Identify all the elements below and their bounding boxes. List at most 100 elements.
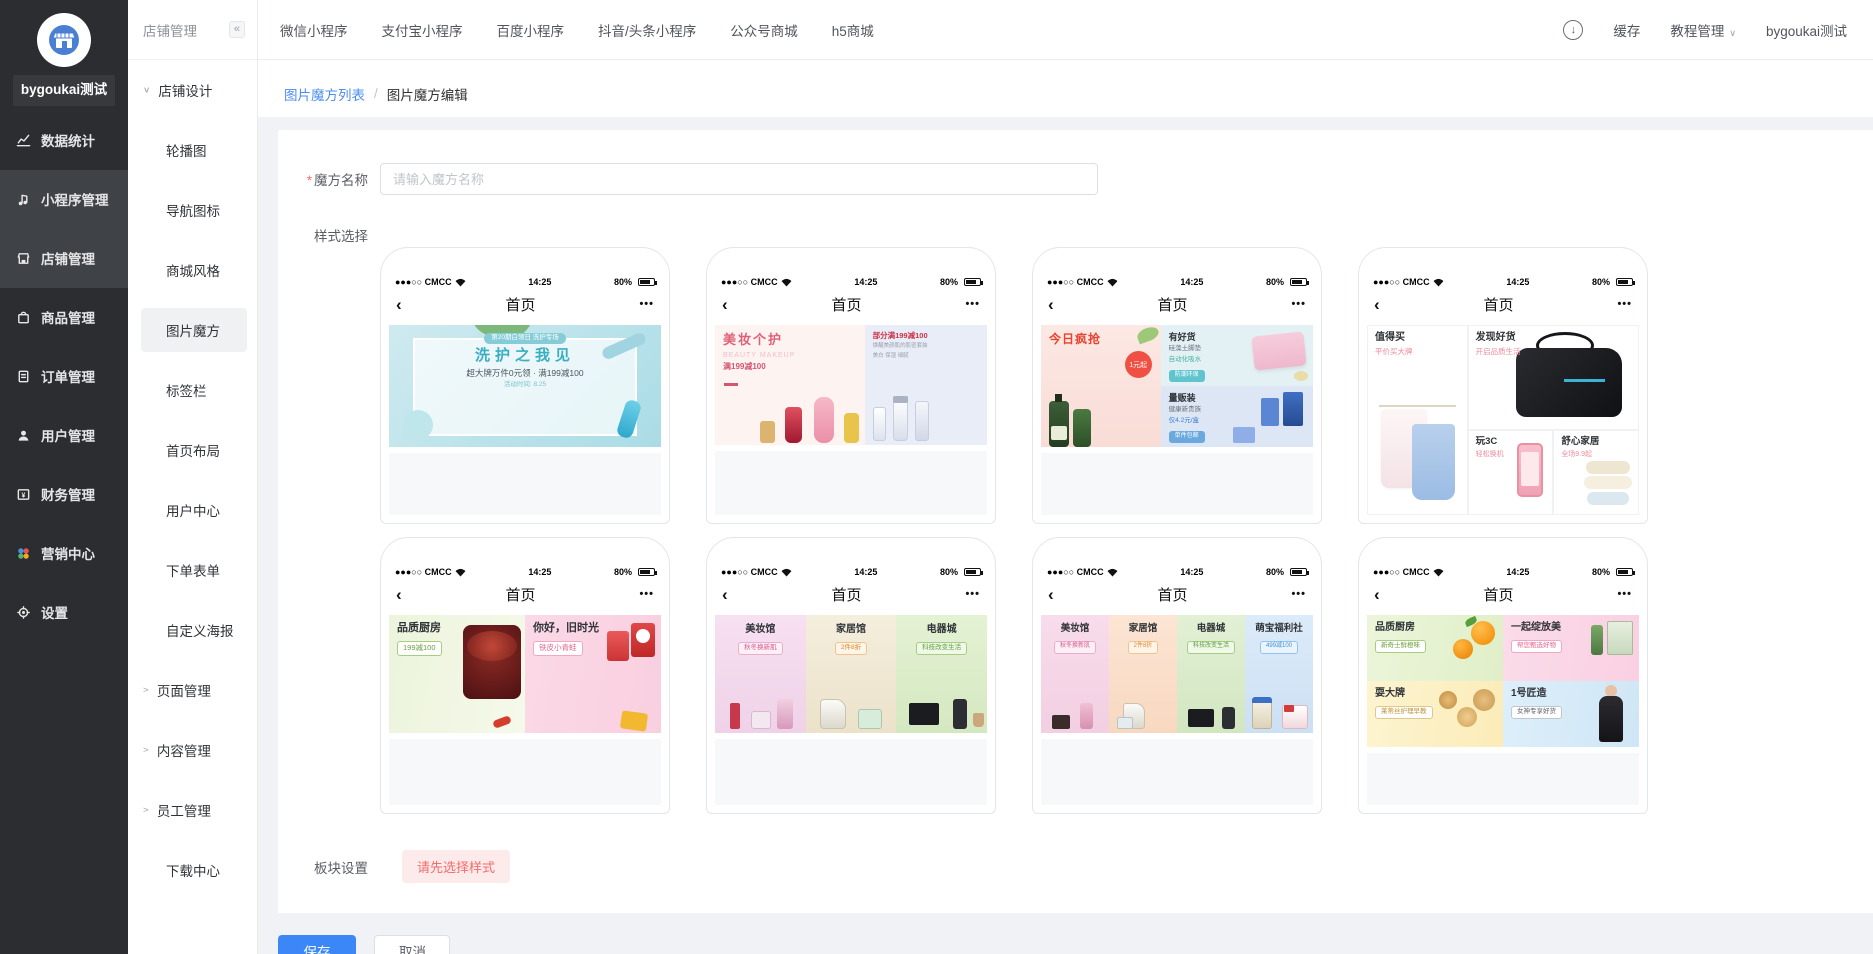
more-icon: •••	[965, 298, 980, 310]
save-button[interactable]: 保存	[278, 935, 356, 954]
sidebar-item-download-center[interactable]: 下载中心	[141, 848, 247, 892]
style-card-style-4[interactable]: ●●●○○ CMCC14:2580%‹首页•••值得买平价买大牌发现好货开启品质…	[1358, 247, 1648, 524]
status-time: 14:25	[854, 567, 877, 577]
sidebar-item-shop[interactable]: 店铺管理	[0, 229, 128, 288]
sidebar-item-order-form[interactable]: 下单表单	[141, 548, 247, 592]
white-tube	[873, 407, 886, 441]
style-card-style-1[interactable]: ●●●○○ CMCC14:2580%‹首页•••第20期白领日 洗护专场洗护之我…	[380, 247, 670, 524]
sidebar-item-settings[interactable]: 设置	[0, 583, 128, 642]
banner-text: 电器城	[1197, 623, 1226, 636]
sidebar-item-users[interactable]: 用户管理	[0, 406, 128, 465]
banner-section: 电器城科技改变生活	[1177, 615, 1245, 733]
style-card-style-5[interactable]: ●●●○○ CMCC14:2580%‹首页•••品质厨房199减100你好，旧时…	[380, 537, 670, 814]
phone-status-bar: ●●●○○ CMCC14:2580%	[1359, 567, 1647, 577]
goods-icon	[15, 309, 31, 325]
style-card-style-2[interactable]: ●●●○○ CMCC14:2580%‹首页•••美妆个护BEAUTY MAKEU…	[706, 247, 996, 524]
cache-button[interactable]: 缓存	[1613, 20, 1640, 40]
status-time: 14:25	[1506, 277, 1529, 287]
avatar[interactable]	[37, 13, 91, 67]
towel-2	[1584, 476, 1632, 489]
banner-section: 发现好货开启品质生活	[1468, 325, 1639, 430]
download-icon[interactable]: ↓	[1563, 20, 1583, 40]
hanger-rail	[1379, 405, 1455, 407]
cube-name-input[interactable]	[380, 163, 1098, 195]
gold-perfume	[760, 421, 775, 443]
status-carrier: ●●●○○ CMCC	[721, 567, 792, 577]
cream-jar	[751, 711, 771, 729]
sidebar-item-stats[interactable]: 数据统计	[0, 111, 128, 170]
sidebar-item-image-cube[interactable]: 图片魔方	[141, 308, 247, 352]
sidebar-item-content-group[interactable]: >内容管理	[141, 728, 247, 772]
style-card-style-6[interactable]: ●●●○○ CMCC14:2580%‹首页•••美妆馆秋冬换新肌家居馆2件8折电…	[706, 537, 996, 814]
tab-alipay[interactable]: 支付宝小程序	[382, 20, 463, 40]
settings-icon	[15, 604, 31, 620]
cancel-button[interactable]: 取消	[374, 935, 450, 954]
tutorial-menu[interactable]: 教程管理∨	[1670, 20, 1736, 40]
sidebar-item-home-layout[interactable]: 首页布局	[141, 428, 247, 472]
breadcrumb-list-link[interactable]: 图片魔方列表	[284, 84, 365, 104]
phone-banner: 品质厨房199减100你好，旧时光铁皮小青蛙	[389, 615, 661, 733]
phone-nav-bar: ‹首页•••	[707, 579, 995, 609]
sidebar-item-goods[interactable]: 商品管理	[0, 288, 128, 347]
style-cards-grid: ●●●○○ CMCC14:2580%‹首页•••第20期白领日 洗护专场洗护之我…	[380, 247, 1660, 814]
banner-text: 有好货	[1169, 331, 1196, 343]
sidebar-item-staff-group[interactable]: >员工管理	[141, 788, 247, 832]
phone-banner: 第20期白领日 洗护专场洗护之我见超大牌万件0元领 · 满199减100活动时间…	[389, 325, 661, 447]
banner-section: 美妆馆秋冬换新肌	[715, 615, 806, 733]
account-name: bygoukai测试	[13, 75, 115, 106]
sidebar-item-page-group[interactable]: >页面管理	[141, 668, 247, 712]
banner-text: 品质厨房	[1375, 621, 1415, 635]
sidebar-item-label: 下载中心	[166, 860, 220, 880]
sidebar-item-finance[interactable]: ¥财务管理	[0, 465, 128, 524]
sidebar-item-design-group[interactable]: ∨店铺设计	[141, 68, 247, 112]
camera	[1222, 707, 1235, 729]
battery-icon	[1290, 278, 1307, 286]
tab-douyin[interactable]: 抖音/头条小程序	[598, 20, 696, 40]
top-bar: 微信小程序 支付宝小程序 百度小程序 抖音/头条小程序 公众号商城 h5商城 ↓ 缓存 教…	[258, 0, 1873, 60]
sidebar-item-carousel[interactable]: 轮播图	[141, 128, 247, 172]
olive-label	[1051, 426, 1067, 440]
banner-text: 轻松换机	[1476, 450, 1504, 459]
tab-wechat[interactable]: 微信小程序	[280, 20, 348, 40]
tab-baidu[interactable]: 百度小程序	[497, 20, 565, 40]
sidebar-item-tab-bar[interactable]: 标签栏	[141, 368, 247, 412]
tab-mp-mall[interactable]: 公众号商城	[730, 20, 798, 40]
banner-text: 发现好货	[1476, 331, 1516, 345]
phone-nav-bar: ‹首页•••	[1359, 289, 1647, 319]
phone-page-title: 首页	[832, 294, 862, 315]
tab-h5-mall[interactable]: h5商城	[832, 20, 874, 40]
sidebar-item-marketing[interactable]: 营销中心	[0, 524, 128, 583]
style-card-style-7[interactable]: ●●●○○ CMCC14:2580%‹首页•••美妆馆秋冬换新肌家居馆2件8折电…	[1032, 537, 1322, 814]
banner-text: 美妆个护	[723, 331, 783, 349]
collapse-sidebar-button[interactable]: «	[229, 21, 245, 38]
sidebar-item-nav-icons[interactable]: 导航图标	[141, 188, 247, 232]
perfume-bottle	[777, 699, 793, 729]
phone-banner: 品质厨房新奇士鲜橙味一起绽放美帮您甄选好物耍大牌莱蒂丝护理早教1号匠造女神专享好…	[1367, 615, 1639, 747]
back-icon: ‹	[396, 586, 402, 603]
sidebar-item-mall-style[interactable]: 商城风格	[141, 248, 247, 292]
more-icon: •••	[639, 588, 654, 600]
banner-text: 玩3C	[1476, 436, 1498, 449]
breadcrumb-current: 图片魔方编辑	[387, 84, 468, 104]
account-menu[interactable]: bygoukai测试	[1766, 20, 1847, 40]
status-carrier: ●●●○○ CMCC	[1373, 277, 1444, 287]
banner-section: 美妆个护BEAUTY MAKEUP满199减100部分满199减100焕醒美颜肌…	[715, 325, 987, 445]
pink-toner-bottle	[814, 397, 834, 443]
silver-cap	[893, 396, 908, 403]
sidebar-item-label: 员工管理	[157, 800, 211, 820]
style-card-style-8[interactable]: ●●●○○ CMCC14:2580%‹首页•••品质厨房新奇士鲜橙味一起绽放美帮…	[1358, 537, 1648, 814]
sidebar-item-user-center[interactable]: 用户中心	[141, 488, 247, 532]
banner-section: 值得买平价买大牌发现好货开启品质生活玩3C轻松换机舒心家居全场9.9起	[1367, 325, 1639, 515]
sidebar-item-custom-poster[interactable]: 自定义海报	[141, 608, 247, 652]
phone-banner: 美妆馆秋冬换新肌家居馆2件8折电器城科技改变生活	[715, 615, 987, 733]
back-icon: ‹	[1374, 586, 1380, 603]
back-icon: ‹	[1374, 296, 1380, 313]
phone-page-title: 首页	[832, 584, 862, 605]
sidebar-item-label: 商品管理	[41, 307, 95, 327]
sidebar-item-label: 设置	[41, 602, 68, 622]
banner-promo-pill: 2件8折	[1128, 641, 1159, 654]
style-card-style-3[interactable]: ●●●○○ CMCC14:2580%‹首页•••今日疯抢1元起有好货硅藻土脚垫自…	[1032, 247, 1322, 524]
banner-text: 满199减100	[723, 362, 766, 373]
sidebar-item-miniapp[interactable]: 小程序管理	[0, 170, 128, 229]
sidebar-item-orders[interactable]: 订单管理	[0, 347, 128, 406]
